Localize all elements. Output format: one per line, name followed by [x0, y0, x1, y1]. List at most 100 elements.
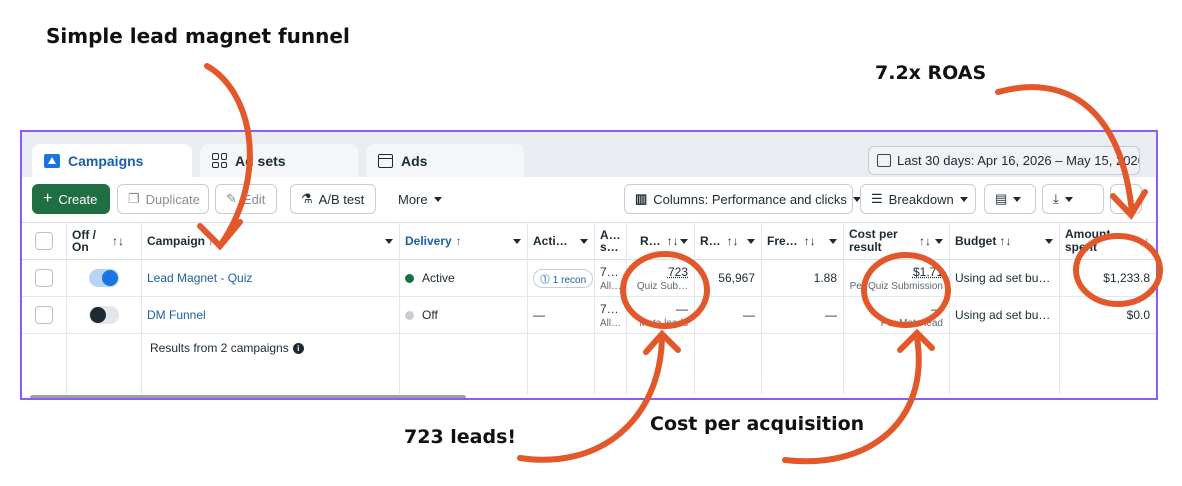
cost-per-result-value: —	[931, 301, 943, 316]
budget-value: Using ad set bu…	[955, 308, 1051, 322]
summary-label: Results from 2 campaigns	[150, 341, 289, 355]
header-actions-label: Acti…	[533, 234, 568, 248]
tab-ad-sets[interactable]: Ad sets	[200, 144, 358, 177]
campaign-toggle[interactable]	[88, 306, 119, 324]
header-attribution[interactable]: A… s…	[594, 223, 626, 259]
header-amount-spent-label: Amount spent	[1065, 227, 1111, 254]
annotation-leads: 723 leads!	[404, 426, 517, 448]
duplicate-button[interactable]: ❐ Duplicate	[117, 184, 209, 214]
row-checkbox[interactable]	[35, 269, 53, 287]
chevron-down-icon	[829, 238, 837, 244]
amount-spent-value: $1,233.8	[1103, 271, 1150, 285]
row-checkbox[interactable]	[35, 306, 53, 324]
tab-campaigns[interactable]: Campaigns	[32, 144, 192, 177]
cost-per-result-cell: $1.71 Per Quiz Submission	[843, 260, 949, 296]
delivery-status: Off	[422, 308, 438, 322]
header-offon[interactable]: Off / On ↑↓	[66, 223, 141, 259]
budget-cell: Using ad set bu…	[949, 297, 1059, 333]
chevron-down-icon	[1064, 196, 1073, 202]
row-toggle-cell	[66, 297, 141, 333]
date-range-picker[interactable]: Last 30 days: Apr 16, 2026 – May 15, 202…	[868, 146, 1140, 175]
budget-cell: Using ad set bu…	[949, 260, 1059, 296]
table-row[interactable]: DM Funnel Off — 7… All… — Meta leads — — —…	[22, 297, 1156, 334]
campaign-toggle[interactable]	[88, 269, 119, 287]
chevron-down-icon	[580, 238, 588, 244]
more-label: More	[398, 191, 428, 207]
tab-ads[interactable]: Ads	[366, 144, 524, 177]
breakdown-button[interactable]: ☰ Breakdown	[860, 184, 976, 214]
attribution-sub: All…	[600, 317, 622, 329]
cost-per-result-cell: — Per Meta lead	[843, 297, 949, 333]
more-button[interactable]: More	[387, 184, 457, 214]
select-all-cell	[22, 223, 66, 259]
header-delivery-label: Delivery	[405, 234, 452, 248]
plus-icon: +	[43, 190, 53, 207]
attribution-cell: 7… All…	[594, 260, 626, 296]
results-cell: — Meta leads	[626, 297, 694, 333]
row-select	[22, 297, 66, 333]
header-actions[interactable]: Acti…	[527, 223, 594, 259]
download-icon: ⤓	[1053, 191, 1059, 206]
column-divider	[694, 222, 695, 394]
column-divider	[843, 222, 844, 394]
tab-label: Ads	[401, 152, 428, 169]
header-amount-spent[interactable]: Amount spent ↑↓	[1059, 223, 1156, 259]
header-results[interactable]: R… ↑↓	[626, 223, 694, 259]
info-icon[interactable]: i	[292, 342, 304, 354]
column-divider	[66, 222, 67, 394]
header-cost-per-result[interactable]: Cost per result ↑↓	[843, 223, 949, 259]
toolbar-extra-button[interactable]	[1110, 184, 1142, 214]
amount-spent-cell: $0.0	[1059, 297, 1156, 333]
delivery-status: Active	[422, 271, 455, 285]
edit-button[interactable]: ✎ Edit	[215, 184, 277, 214]
reach-cell: —	[694, 297, 761, 333]
create-button[interactable]: + Create	[32, 184, 110, 214]
header-reach[interactable]: R… ↑↓	[694, 223, 761, 259]
campaign-name-link[interactable]: Lead Magnet - Quiz	[147, 271, 252, 285]
campaign-icon	[44, 153, 60, 168]
grid-icon	[212, 153, 227, 168]
sort-icon: ↑↓	[1138, 234, 1150, 248]
reach-value: 56,967	[718, 271, 755, 285]
campaign-name-link[interactable]: DM Funnel	[147, 308, 206, 322]
breakdown-label: Breakdown	[888, 191, 954, 207]
sort-icon: ↑↓	[112, 234, 124, 248]
row-toggle-cell	[66, 260, 141, 296]
reports-button[interactable]: ▤	[984, 184, 1036, 214]
cost-per-result-value[interactable]: $1.71	[913, 265, 943, 279]
header-budget[interactable]: Budget ↑↓	[949, 223, 1059, 259]
delivery-cell: Active	[399, 260, 527, 296]
results-value[interactable]: 723	[668, 265, 688, 279]
table-row[interactable]: Lead Magnet - Quiz Active ⓵ 1 recon 7… Al…	[22, 260, 1156, 297]
header-frequency[interactable]: Fre… ↑↓	[761, 223, 843, 259]
recommendation-badge[interactable]: ⓵ 1 recon	[533, 268, 594, 288]
select-all-checkbox[interactable]	[35, 232, 53, 250]
frequency-value: 1.88	[813, 271, 837, 285]
attribution-sub: All…	[600, 280, 622, 292]
edit-label: Edit	[242, 191, 266, 207]
results-value: —	[676, 301, 688, 316]
column-divider	[141, 222, 142, 394]
ab-test-button[interactable]: ⚗ A/B test	[290, 184, 376, 214]
header-delivery[interactable]: Delivery ↑	[399, 223, 527, 259]
summary-row: Results from 2 campaigns i	[22, 334, 1156, 394]
header-campaign[interactable]: Campaign ↑	[141, 223, 399, 259]
ads-manager-panel: Campaigns Ad sets Ads Last 30 days: Apr …	[20, 130, 1158, 400]
column-divider	[1059, 222, 1060, 394]
header-cost-per-result-label: Cost per result	[849, 227, 898, 254]
frequency-value: —	[825, 308, 837, 322]
column-divider	[527, 222, 528, 394]
sort-up-icon: ↑	[208, 234, 215, 248]
table-header: Off / On ↑↓ Campaign ↑ Delivery ↑ Acti… …	[22, 222, 1156, 260]
export-button[interactable]: ⤓	[1042, 184, 1104, 214]
status-dot	[405, 273, 414, 283]
annotation-cpa: Cost per acquisition	[650, 413, 865, 435]
columns-button[interactable]: ▥ Columns: Performance and clicks	[624, 184, 861, 214]
row-select	[22, 260, 66, 296]
results-sub: Quiz Sub…	[636, 280, 688, 292]
horizontal-scrollbar[interactable]	[30, 395, 466, 398]
column-divider	[626, 222, 627, 394]
header-campaign-label: Campaign	[147, 234, 206, 248]
ab-test-label: A/B test	[318, 191, 365, 207]
header-offon-label: Off / On	[72, 228, 96, 254]
